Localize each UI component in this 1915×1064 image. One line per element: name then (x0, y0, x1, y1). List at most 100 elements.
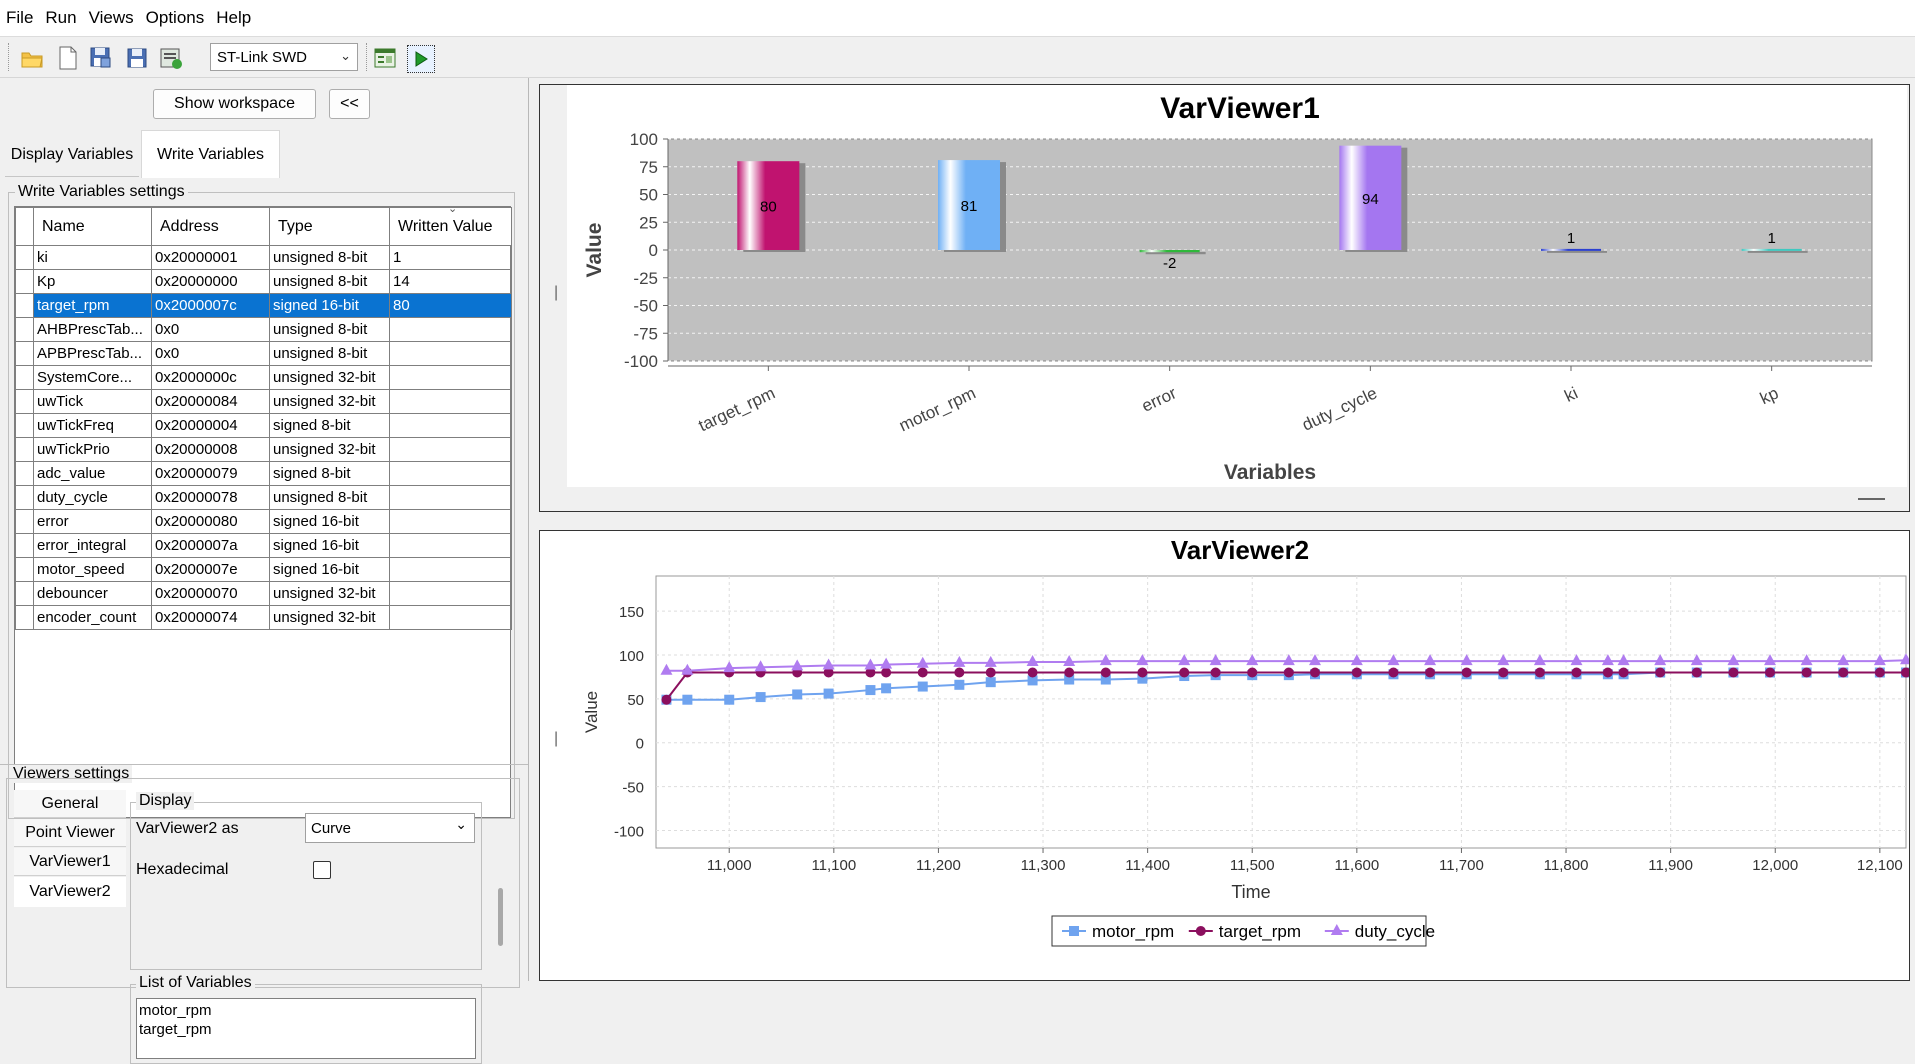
row-header[interactable] (15, 509, 34, 534)
cell-address: 0x20000078 (151, 485, 270, 510)
save-icon[interactable] (124, 45, 150, 71)
row-header[interactable] (15, 317, 34, 342)
menu-help[interactable]: Help (210, 8, 257, 28)
row-header[interactable] (15, 365, 34, 390)
new-file-icon[interactable] (55, 45, 81, 71)
cell-written-value[interactable]: 1 (389, 245, 512, 270)
export-icon[interactable] (158, 45, 184, 71)
settings-scrollbar-thumb[interactable] (498, 888, 503, 946)
cell-written-value[interactable] (389, 557, 512, 582)
menu-options[interactable]: Options (140, 8, 211, 28)
table-row[interactable]: uwTickPrio 0x20000008 unsigned 32-bit (15, 437, 512, 462)
table-row[interactable]: AHBPrescTab... 0x0 unsigned 8-bit (15, 317, 512, 342)
table-row[interactable]: debouncer 0x20000070 unsigned 32-bit (15, 581, 512, 606)
table-row[interactable]: motor_speed 0x2000007e signed 16-bit (15, 557, 512, 582)
cell-written-value[interactable] (389, 605, 512, 630)
table-row[interactable]: duty_cycle 0x20000078 unsigned 8-bit (15, 485, 512, 510)
cell-written-value[interactable] (389, 341, 512, 366)
cell-written-value[interactable]: 14 (389, 269, 512, 294)
menu-file[interactable]: File (0, 8, 39, 28)
menu-run[interactable]: Run (39, 8, 82, 28)
write-variables-table: Name Address Type Written Value ⌄ ki 0x20… (15, 207, 512, 630)
row-header[interactable] (15, 557, 34, 582)
menu-views[interactable]: Views (83, 8, 140, 28)
cell-written-value[interactable] (389, 365, 512, 390)
chart1-data-label: 80 (760, 199, 777, 216)
chart2-data-point (881, 683, 892, 694)
cell-type: signed 16-bit (269, 557, 390, 582)
workspace-layout-icon[interactable] (372, 45, 398, 71)
table-row[interactable]: target_rpm 0x2000007c signed 16-bit 80 (15, 293, 512, 318)
cell-written-value[interactable] (389, 509, 512, 534)
cell-written-value[interactable] (389, 581, 512, 606)
table-row[interactable]: SystemCore... 0x2000000c unsigned 32-bit (15, 365, 512, 390)
chart1-bar (1541, 248, 1601, 251)
cell-written-value[interactable] (389, 461, 512, 486)
row-header[interactable] (15, 461, 34, 486)
chart2-data-point (985, 667, 996, 678)
probe-select[interactable]: ST-Link SWD ⌄ (210, 43, 358, 71)
cell-address: 0x20000080 (151, 509, 270, 534)
hexadecimal-checkbox[interactable] (313, 861, 331, 879)
column-header-address[interactable]: Address (151, 207, 270, 246)
tab-display-variables[interactable]: Display Variables (5, 133, 139, 177)
column-header-type[interactable]: Type (269, 207, 390, 246)
row-header[interactable] (15, 485, 34, 510)
table-row[interactable]: ki 0x20000001 unsigned 8-bit 1 (15, 245, 512, 270)
cell-written-value[interactable]: 80 (389, 293, 512, 318)
variables-list[interactable]: motor_rpm target_rpm (136, 998, 476, 1059)
viewer-tab-varviewer1[interactable]: VarViewer1 (14, 848, 126, 876)
list-item[interactable]: motor_rpm (137, 999, 475, 1019)
row-header[interactable] (15, 341, 34, 366)
chart2-data-point (792, 689, 803, 700)
row-header[interactable] (15, 245, 34, 270)
chart2-x-tick-label: 12,000 (1752, 857, 1798, 874)
cell-written-value[interactable] (389, 317, 512, 342)
table-row[interactable]: uwTickFreq 0x20000004 signed 8-bit (15, 413, 512, 438)
row-header[interactable] (15, 293, 34, 318)
row-header[interactable] (15, 437, 34, 462)
table-row[interactable]: APBPrescTab... 0x0 unsigned 8-bit (15, 341, 512, 366)
chart2-data-point (755, 692, 766, 703)
table-row[interactable]: error_integral 0x2000007a signed 16-bit (15, 533, 512, 558)
table-row[interactable]: Kp 0x20000000 unsigned 8-bit 14 (15, 269, 512, 294)
cell-written-value[interactable] (389, 533, 512, 558)
table-row[interactable]: adc_value 0x20000079 signed 8-bit (15, 461, 512, 486)
cell-name: motor_speed (33, 557, 152, 582)
run-icon[interactable] (407, 45, 435, 73)
chart2-data-point (1765, 667, 1776, 678)
collapse-panel-button[interactable]: << (329, 89, 370, 119)
cell-written-value[interactable] (389, 413, 512, 438)
cell-written-value[interactable] (389, 437, 512, 462)
open-folder-icon[interactable] (19, 45, 45, 71)
viewer-tab-point-viewer[interactable]: Point Viewer (14, 819, 126, 847)
toolbar-grip (8, 43, 11, 71)
table-row[interactable]: error 0x20000080 signed 16-bit (15, 509, 512, 534)
row-header[interactable] (15, 581, 34, 606)
chart1-y-tick-label: -50 (633, 297, 658, 316)
table-row[interactable]: uwTick 0x20000084 unsigned 32-bit (15, 389, 512, 414)
chart2-data-point (823, 688, 834, 699)
tab-write-variables[interactable]: Write Variables (141, 130, 280, 178)
cell-written-value[interactable] (389, 389, 512, 414)
show-workspace-button[interactable]: Show workspace (153, 89, 316, 119)
column-header-name[interactable]: Name (33, 207, 152, 246)
display-as-select[interactable]: Curve ⌄ (305, 813, 475, 843)
row-header[interactable] (15, 413, 34, 438)
chart1-y-axis-label: Value (583, 223, 606, 278)
row-header[interactable] (15, 533, 34, 558)
display-group-title: Display (136, 792, 195, 810)
chart2-data-point (1691, 667, 1702, 678)
cell-name: error (33, 509, 152, 534)
chart2-data-point (917, 681, 928, 692)
row-header[interactable] (15, 389, 34, 414)
list-item[interactable]: target_rpm (137, 1019, 475, 1038)
row-header[interactable] (15, 269, 34, 294)
table-row[interactable]: encoder_count 0x20000074 unsigned 32-bit (15, 605, 512, 630)
viewer-tab-varviewer2[interactable]: VarViewer2 (14, 877, 126, 907)
column-header-written-value[interactable]: Written Value ⌄ (389, 207, 512, 246)
viewer-tab-general[interactable]: General (14, 790, 126, 818)
save-as-icon[interactable] (88, 45, 114, 71)
cell-written-value[interactable] (389, 485, 512, 510)
row-header[interactable] (15, 605, 34, 630)
